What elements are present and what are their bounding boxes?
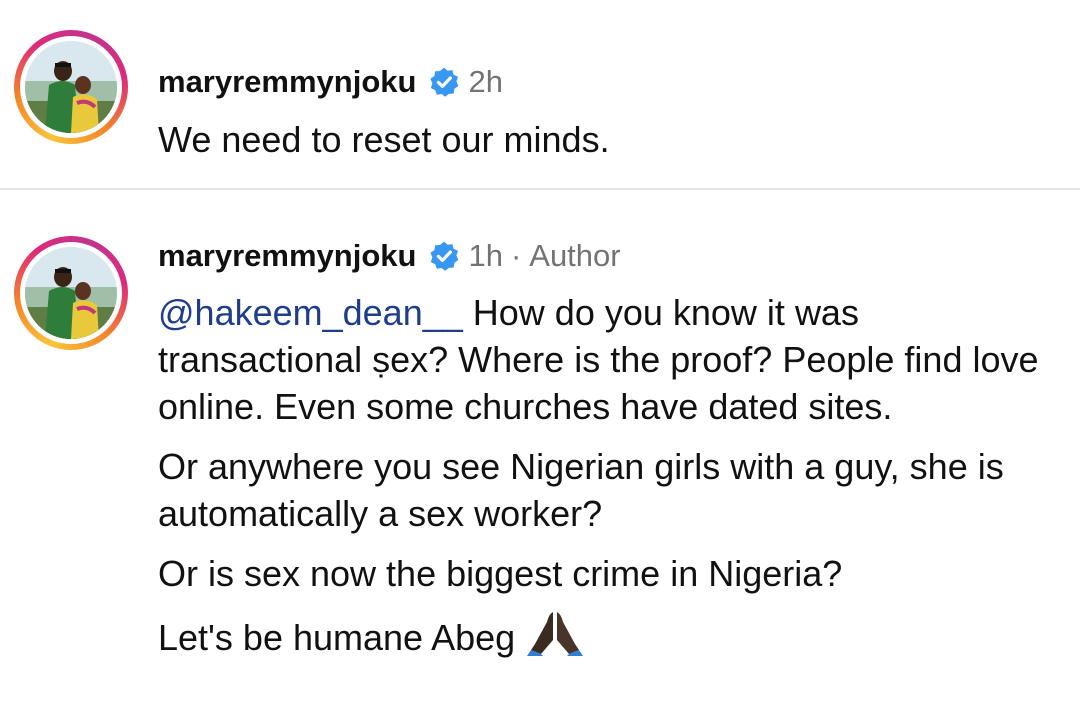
avatar[interactable] xyxy=(25,41,117,133)
username[interactable]: maryremmynjoku xyxy=(158,236,416,276)
comment-paragraph: Or anywhere you see Nigerian girls with … xyxy=(158,446,1004,534)
avatar-photo-art xyxy=(25,247,117,339)
comment-paragraph: We need to reset our minds. xyxy=(158,119,610,160)
folded-hands-emoji xyxy=(527,612,584,656)
author-label: Author xyxy=(529,238,621,273)
comment-text: @hakeem_dean__ How do you know it was tr… xyxy=(158,289,1058,674)
avatar-story-ring[interactable] xyxy=(14,30,128,144)
comment-text: We need to reset our minds. xyxy=(158,116,1058,176)
avatar-photo-art xyxy=(25,41,117,133)
timestamp: 2h xyxy=(468,64,503,99)
comment-paragraph: Let's be humane Abeg xyxy=(158,610,1058,661)
verified-badge-icon xyxy=(430,67,459,97)
timestamp: 1h xyxy=(468,238,503,273)
comment-paragraph: @hakeem_dean__ How do you know it was tr… xyxy=(158,289,1058,430)
avatar-story-ring[interactable] xyxy=(14,236,128,350)
divider xyxy=(0,188,1080,190)
mention-link[interactable]: @hakeem_dean__ xyxy=(158,292,463,333)
comment-header: maryremmynjoku 1h · Author xyxy=(158,236,621,276)
verified-badge-icon xyxy=(430,241,459,271)
username[interactable]: maryremmynjoku xyxy=(158,62,416,102)
comment-paragraph: Or is sex now the biggest crime in Niger… xyxy=(158,553,843,594)
comment-header: maryremmynjoku 2h xyxy=(158,62,503,102)
avatar-ring-gap xyxy=(20,36,122,138)
comment-paragraph-text: Let's be humane Abeg xyxy=(158,617,516,658)
avatar-ring-gap xyxy=(20,242,122,344)
meta-separator: · xyxy=(510,238,522,273)
avatar[interactable] xyxy=(25,247,117,339)
